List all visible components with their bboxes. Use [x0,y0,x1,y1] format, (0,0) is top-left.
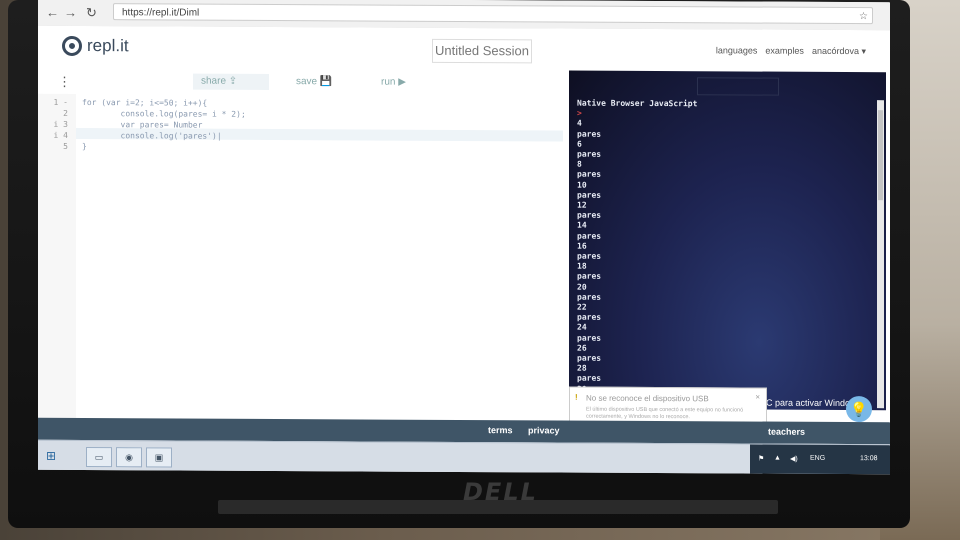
code-line[interactable]: } [82,142,87,151]
console-output-line: 22 [577,302,587,312]
console-output-line: 4 [577,118,582,129]
back-icon[interactable]: ← [46,5,59,20]
notification-title: No se reconoce el dispositivo USB [586,393,709,404]
user-menu[interactable]: anacórdova ▾ [812,46,866,57]
save-button[interactable]: save 💾 [288,74,340,90]
reload-icon[interactable]: ↻ [86,5,97,21]
code-line[interactable]: for (var i=2; i<=50; i++){ [82,98,207,108]
repl-logo-icon [62,35,82,56]
repl-logo[interactable]: repl.it [62,35,129,56]
system-tray: ⚑ ▲ ◀) ENG 13:08 [750,444,890,475]
code-line[interactable]: console.log(pares= i * 2); [82,109,246,119]
volume-icon[interactable]: ◀) [790,455,798,463]
code-editor[interactable]: 1 - 2 i 3 i 4 5 for (var i=2; i<=50; i++… [38,93,563,439]
console-output-line: 8 [577,159,582,169]
forward-icon[interactable]: → [64,5,77,20]
console-output-line: 28 [577,363,587,373]
privacy-link[interactable]: privacy [528,425,560,435]
console-panel[interactable]: Native Browser JavaScript > 4 pares 6 pares… [569,70,886,411]
console-output-line: pares [577,231,602,241]
language-indicator[interactable]: ENG [810,455,825,462]
windows-taskbar: ⊞ ▭ ◉ ▣ ⚑ ▲ ◀) ENG 13:08 [38,439,890,475]
console-output-line: pares [577,129,602,139]
line-number: 5 [63,141,68,151]
line-number: 1 - [53,97,68,107]
network-icon[interactable]: ▲ [774,455,781,462]
console-output-line: 12 [577,200,587,210]
console-output-line: pares [577,251,602,261]
clock[interactable]: 13:08 [860,455,878,462]
line-number: i 4 [53,130,68,140]
lightbulb-icon[interactable]: 💡 [846,396,872,423]
console-output-line: 6 [577,139,582,149]
console-tab[interactable] [697,77,779,96]
console-output-line: pares [577,353,602,363]
session-title[interactable]: Untitled Session [432,38,532,64]
address-bar[interactable]: https://repl.it/Diml ☆ [113,3,873,25]
console-output-line: 14 [577,221,587,231]
editor-toolbar: ⋮ share ⇪ save 💾 run ▶ [38,67,563,97]
console-output-line: 24 [577,323,587,333]
notification-body: El último dispositivo USB que conectó a … [586,406,744,421]
url-text: https://repl.it/Diml [122,7,200,19]
teachers-link[interactable]: teachers [768,427,805,437]
file-explorer-icon[interactable]: ▭ [86,447,112,468]
flag-icon[interactable]: ⚑ [758,455,764,463]
console-output-line: 26 [577,343,587,353]
console-output-line: pares [577,170,602,180]
code-line[interactable]: var pares= Number [82,120,203,129]
logo-text: repl.it [87,36,129,56]
warning-icon: ! [575,392,578,402]
console-output-line: pares [577,374,602,384]
repl-header: repl.it Untitled Session languages examp… [38,25,890,73]
console-output: Native Browser JavaScript > 4 pares 6 pares… [577,99,697,396]
menu-icon[interactable]: ⋮ [58,74,71,90]
close-icon[interactable]: × [755,393,760,402]
scrollbar-thumb[interactable] [878,110,883,201]
line-gutter: 1 - 2 i 3 i 4 5 [38,93,76,436]
console-output-line: pares [577,210,602,220]
code-line[interactable]: console.log('pares')| [82,131,222,141]
laptop-bezel: ← → ↻ https://repl.it/Diml ☆ repl.it Unt… [8,0,910,528]
terms-link[interactable]: terms [488,425,513,435]
console-output-line: pares [577,190,602,200]
console-output-line: pares [577,149,602,159]
console-output-line: 20 [577,282,587,292]
console-output-line: pares [577,312,602,322]
line-number: 2 [63,108,68,118]
line-number: i 3 [53,119,68,129]
console-output-line: 10 [577,180,587,190]
app-taskbar-icon[interactable]: ▣ [146,447,172,468]
chrome-taskbar-icon[interactable]: ◉ [116,447,142,468]
laptop-hinge [218,500,778,514]
examples-link[interactable]: examples [765,46,804,57]
star-icon[interactable]: ☆ [859,8,868,25]
console-output-line: 16 [577,241,587,251]
console-output-line: pares [577,272,602,282]
top-links: languages examples anacórdova ▾ [716,45,866,57]
console-output-line: pares [577,292,602,302]
activate-windows-text: C para activar Windo [766,397,851,409]
console-output-line: 18 [577,261,587,271]
laptop-screen: ← → ↻ https://repl.it/Diml ☆ repl.it Unt… [38,0,890,475]
windows-start-icon[interactable]: ⊞ [46,449,56,463]
console-prompt: > [577,108,582,118]
console-output-line: pares [577,333,602,343]
console-scrollbar[interactable] [877,100,884,409]
share-button[interactable]: share ⇪ [193,73,269,90]
console-header: Native Browser JavaScript [577,98,698,109]
run-button[interactable]: run ▶ [373,75,414,91]
languages-link[interactable]: languages [716,45,758,56]
